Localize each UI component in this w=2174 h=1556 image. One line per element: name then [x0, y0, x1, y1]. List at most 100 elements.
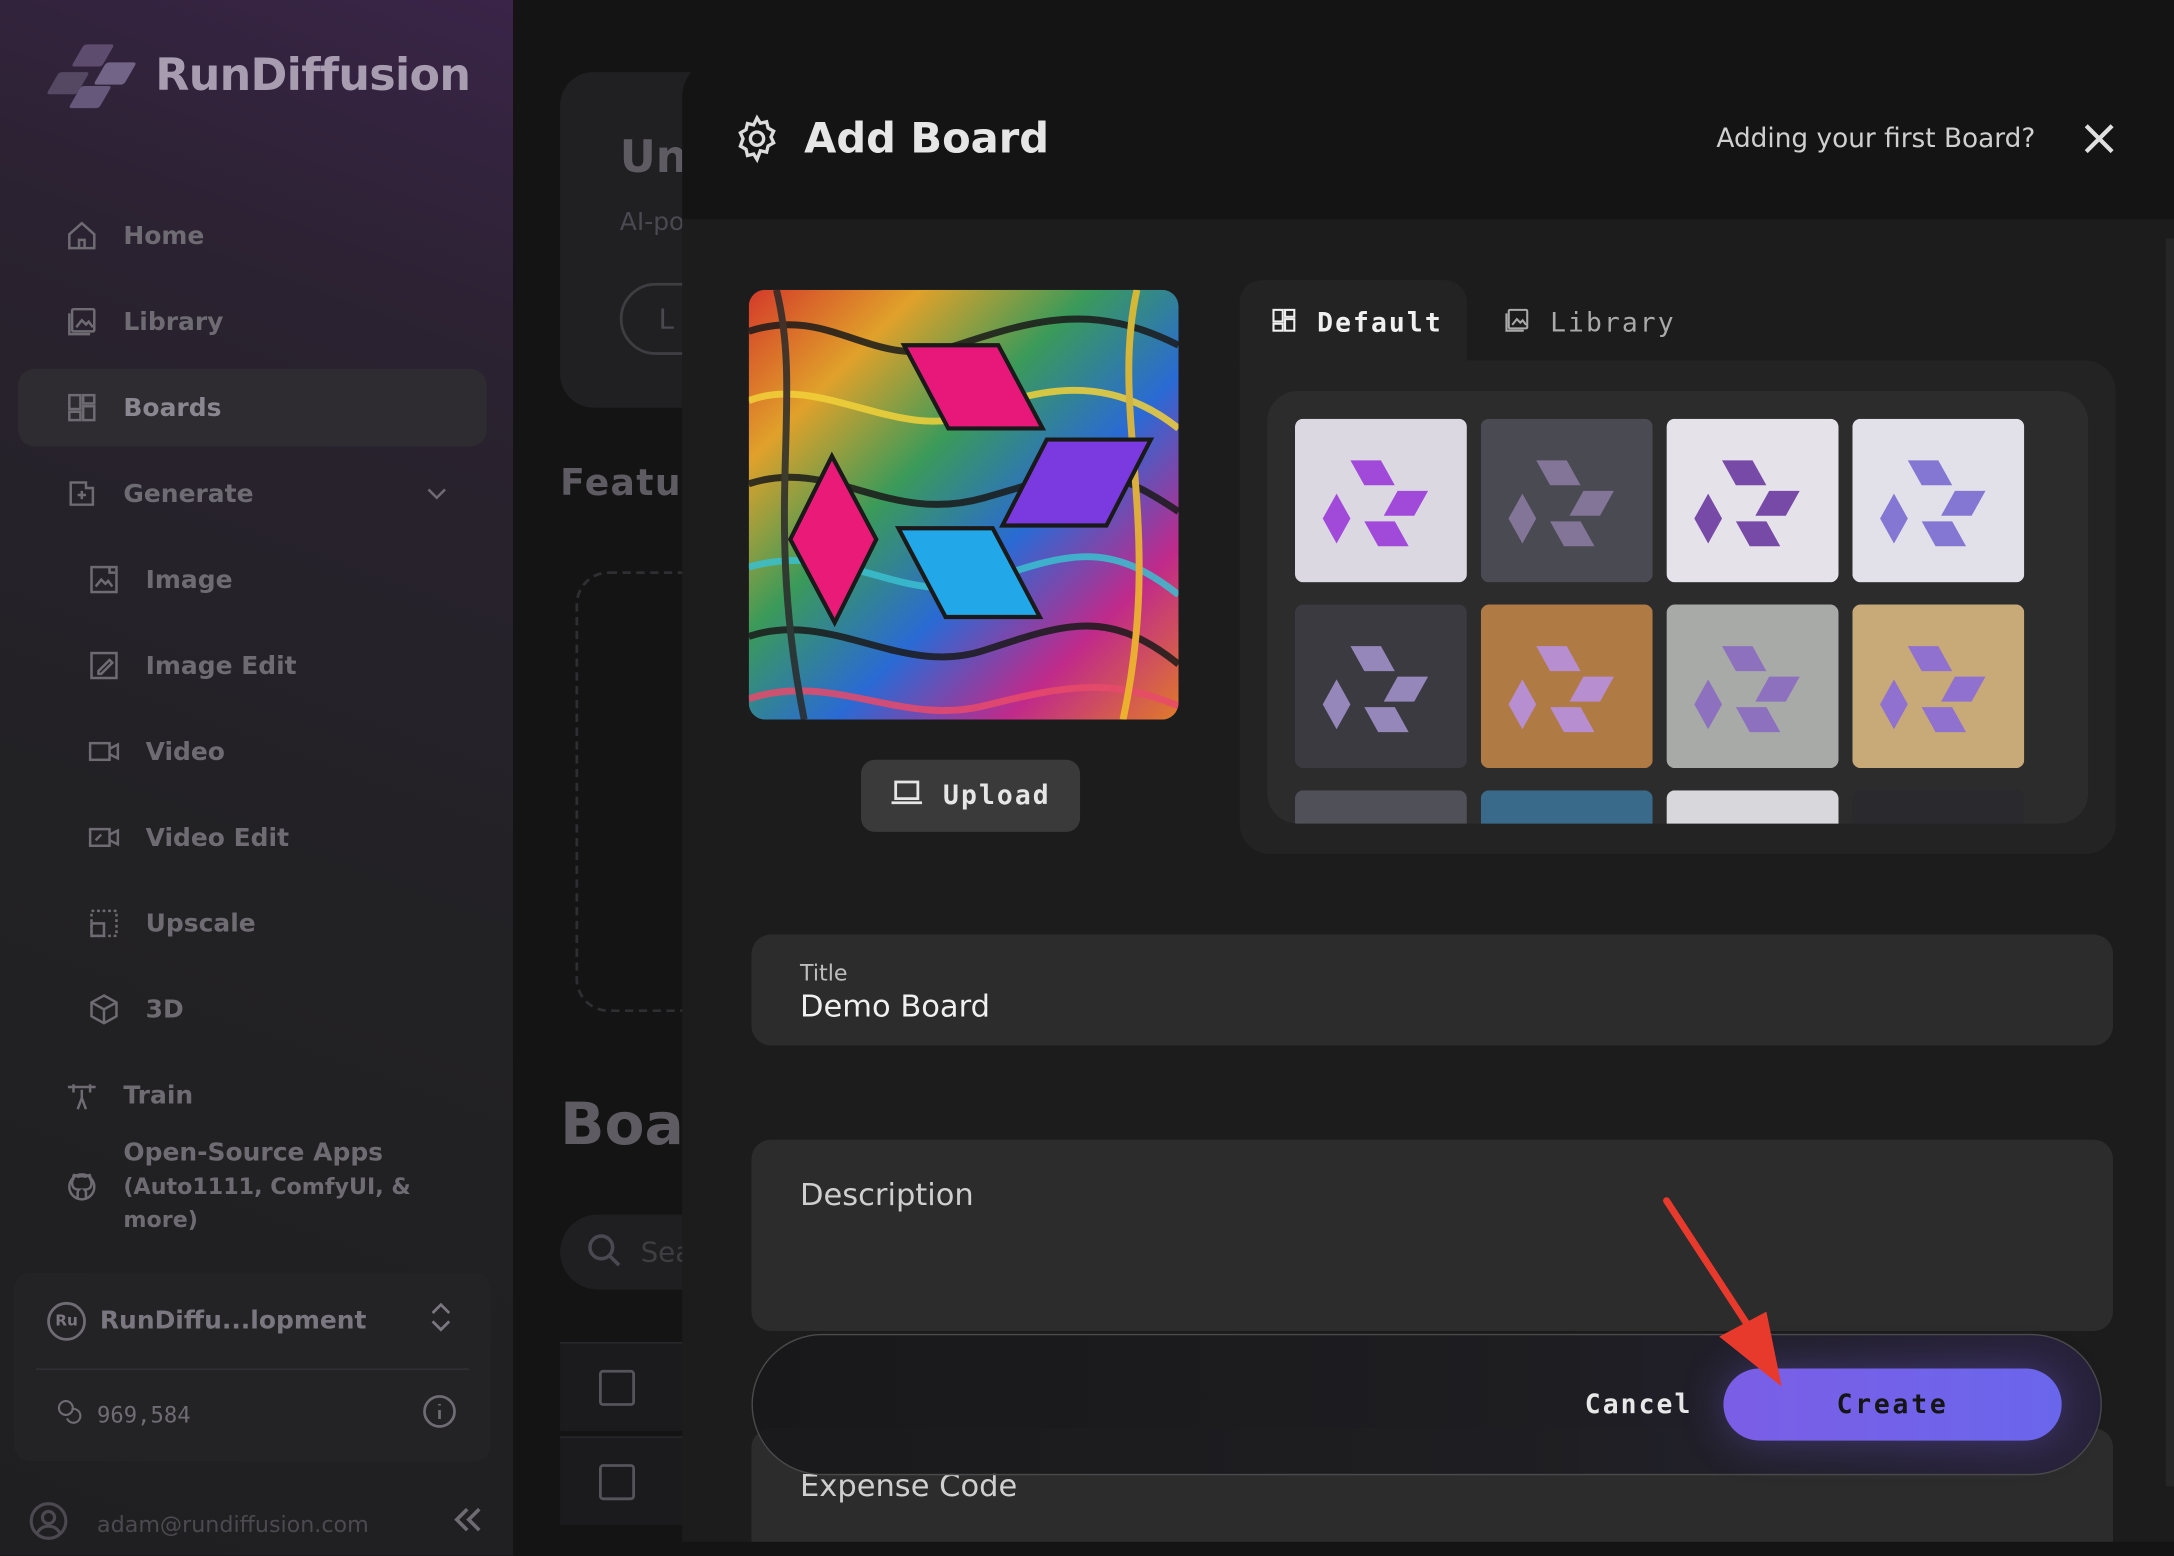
- sidebar-item-library[interactable]: Library: [18, 283, 487, 361]
- cover-thumbnail[interactable]: [1480, 604, 1653, 769]
- sidebar-item-video-edit[interactable]: Video Edit: [18, 799, 487, 877]
- cover-thumbnail[interactable]: [1480, 790, 1653, 824]
- board-cover-preview: [748, 289, 1179, 720]
- row-checkbox[interactable]: [598, 1369, 636, 1406]
- sidebar-item-label-line2: (Auto1111, ComfyUI, & more): [123, 1172, 411, 1233]
- hero-button-label: L: [658, 302, 675, 336]
- cube-icon: [87, 993, 120, 1026]
- chevron-up-down-icon: [424, 1296, 457, 1345]
- title-field[interactable]: Title Demo Board: [751, 934, 2114, 1046]
- title-input[interactable]: Demo Board: [800, 990, 990, 1025]
- modal-title: Add Board: [804, 114, 1050, 163]
- sidebar-item-image-edit[interactable]: Image Edit: [18, 627, 487, 705]
- upscale-icon: [87, 907, 120, 940]
- app-logo[interactable]: RunDiffusion: [46, 42, 471, 109]
- sidebar-item-label: Open-Source Apps (Auto1111, ComfyUI, & m…: [123, 1137, 486, 1237]
- library-icon: [65, 305, 98, 338]
- sidebar-item-label: Upscale: [145, 908, 256, 938]
- upload-button[interactable]: Upload: [861, 759, 1081, 832]
- user-email: adam@rundiffusion.com: [97, 1510, 369, 1537]
- collapse-sidebar-icon[interactable]: [449, 1501, 485, 1547]
- account-panel: Ru RunDiffu...lopment 969,584: [13, 1272, 491, 1462]
- cover-thumbnail[interactable]: [1480, 418, 1653, 583]
- sidebar-item-video[interactable]: Video: [18, 713, 487, 791]
- tab-default[interactable]: Default: [1239, 280, 1467, 367]
- create-label: Create: [1836, 1389, 1949, 1420]
- sidebar-item-label: Image: [145, 564, 233, 595]
- train-icon: [65, 1079, 98, 1112]
- cancel-button[interactable]: Cancel: [1585, 1389, 1693, 1420]
- sidebar-item-upscale[interactable]: Upscale: [18, 885, 487, 963]
- upload-label: Upload: [943, 780, 1051, 812]
- github-icon: [65, 1170, 98, 1203]
- search-icon: [585, 1231, 624, 1275]
- sidebar-item-3d[interactable]: 3D: [18, 971, 487, 1049]
- thumbnail-grid: [1294, 418, 2025, 824]
- cover-thumbnail[interactable]: [1294, 418, 1467, 583]
- sidebar-nav: Home Library Boards Generate Image Image…: [18, 197, 487, 1240]
- cover-thumbnail[interactable]: [1294, 604, 1467, 769]
- gear-icon: [732, 114, 782, 164]
- close-icon[interactable]: [2080, 119, 2119, 158]
- description-input[interactable]: Description: [800, 1179, 974, 1214]
- info-icon[interactable]: [421, 1393, 457, 1435]
- logo-mark-icon: [46, 42, 139, 109]
- coins-icon: [55, 1398, 83, 1431]
- cover-thumbnail[interactable]: [1852, 418, 2025, 583]
- cover-thumbnail[interactable]: [1852, 790, 2025, 824]
- sidebar-item-label: Image Edit: [145, 650, 297, 681]
- boards-heading: Boa: [560, 1089, 684, 1158]
- chevron-down-icon[interactable]: [420, 477, 453, 510]
- laptop-icon: [890, 779, 923, 814]
- title-label: Title: [800, 959, 848, 986]
- sidebar-item-open-source-apps[interactable]: Open-Source Apps (Auto1111, ComfyUI, & m…: [18, 1138, 487, 1233]
- image-edit-icon: [87, 649, 120, 682]
- image-icon: [87, 563, 120, 596]
- cover-gallery[interactable]: [1267, 390, 2089, 824]
- app-name: RunDiffusion: [155, 48, 471, 102]
- create-button[interactable]: Create: [1723, 1368, 2062, 1441]
- tab-label: Library: [1550, 307, 1676, 339]
- row-checkbox[interactable]: [598, 1464, 636, 1501]
- hero-subtitle: AI-po: [619, 207, 685, 238]
- account-switcher[interactable]: Ru RunDiffu...lopment: [36, 1273, 469, 1370]
- credits-value: 969,584: [97, 1401, 191, 1428]
- sidebar-item-label: Home: [123, 221, 205, 251]
- sidebar-item-generate[interactable]: Generate: [18, 455, 487, 533]
- boards-icon: [65, 391, 98, 424]
- sidebar-item-boards[interactable]: Boards: [18, 368, 487, 447]
- description-field[interactable]: Description: [751, 1139, 2114, 1332]
- sidebar-item-label: Boards: [123, 393, 222, 423]
- tab-panel: [1239, 360, 2116, 855]
- cover-thumbnail[interactable]: [1294, 790, 1467, 824]
- hero-title: Un: [619, 130, 688, 184]
- tab-library[interactable]: Library: [1472, 280, 1706, 366]
- sidebar-item-label: 3D: [145, 994, 184, 1024]
- user-row: adam@rundiffusion.com: [28, 1500, 486, 1547]
- cover-thumbnail[interactable]: [1666, 790, 1839, 824]
- video-icon: [87, 735, 120, 768]
- sidebar-item-home[interactable]: Home: [18, 197, 487, 275]
- sidebar-item-image[interactable]: Image: [18, 541, 487, 619]
- boards-icon: [1270, 306, 1298, 341]
- modal-header: Add Board Adding your first Board?: [682, 58, 2174, 220]
- sidebar-item-label: Video Edit: [145, 822, 290, 853]
- cover-thumbnail[interactable]: [1666, 418, 1839, 583]
- cover-picker: Default Library: [1239, 280, 2116, 855]
- cover-thumbnail[interactable]: [1852, 604, 2025, 769]
- help-link[interactable]: Adding your first Board?: [1716, 123, 2035, 154]
- user-avatar-icon[interactable]: [28, 1500, 70, 1547]
- video-edit-icon: [87, 821, 120, 854]
- home-icon: [65, 219, 98, 252]
- sidebar-item-label: Library: [123, 307, 224, 337]
- sidebar-item-train[interactable]: Train: [18, 1057, 487, 1135]
- sidebar-item-label: Train: [123, 1080, 194, 1110]
- tab-label: Default: [1317, 307, 1443, 339]
- cover-thumbnail[interactable]: [1666, 604, 1839, 769]
- modal-footer: Cancel Create: [751, 1333, 2102, 1476]
- modal-scrollbar[interactable]: [2165, 238, 2174, 1487]
- account-name: RunDiffu...lopment: [99, 1306, 367, 1336]
- generate-icon: [65, 477, 98, 510]
- add-board-modal: Add Board Adding your first Board? Uploa…: [682, 58, 2174, 1542]
- account-badge: Ru: [47, 1301, 86, 1341]
